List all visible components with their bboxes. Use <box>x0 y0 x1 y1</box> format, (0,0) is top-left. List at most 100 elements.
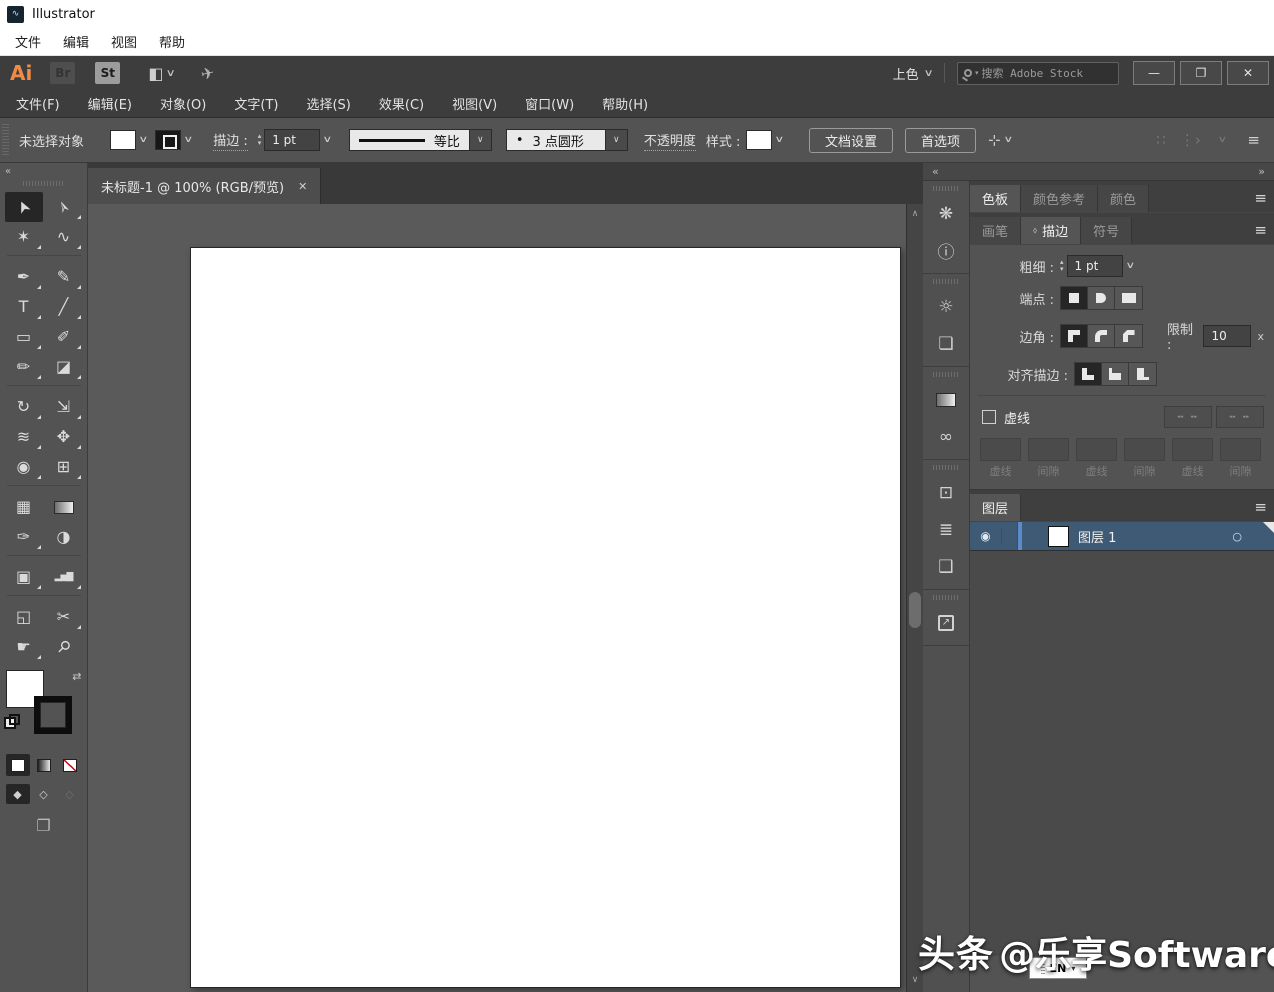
screen-mode-button[interactable]: ❐ <box>29 816 59 835</box>
align-center-button[interactable] <box>1075 363 1102 385</box>
stroke-color-chevron[interactable]: ∨ <box>183 135 193 145</box>
arrange-documents-chevron[interactable]: ∨ <box>166 68 176 79</box>
swatches-tab-1[interactable]: 颜色参考 <box>1021 185 1098 212</box>
tool-slice[interactable]: ✂ <box>45 602 83 632</box>
tool-rotate[interactable]: ↻ <box>5 392 43 422</box>
artboard[interactable] <box>190 247 901 988</box>
weight-chevron[interactable]: ∨ <box>1125 261 1135 271</box>
fill-color-chevron[interactable]: ∨ <box>138 135 148 145</box>
document-tab-close-icon[interactable]: ✕ <box>298 180 307 193</box>
window-menu-item[interactable]: 文件 <box>4 32 52 51</box>
workspace-switcher[interactable]: 上色 <box>893 64 919 83</box>
weight-input[interactable]: 1 pt <box>1067 255 1123 277</box>
stroke-weight-chevron[interactable]: ∨ <box>323 135 333 145</box>
gradient-mode-button[interactable] <box>32 754 56 776</box>
strip-grip[interactable] <box>933 279 959 284</box>
tool-hand[interactable]: ☛ <box>5 632 43 662</box>
document-tab[interactable]: 未标题-1 @ 100% (RGB/预览) ✕ <box>88 168 321 204</box>
stroke-weight-stepper[interactable]: ▴▾ <box>258 133 262 147</box>
menu-item[interactable]: 对象(O) <box>146 94 220 113</box>
menu-item[interactable]: 文件(F) <box>2 94 74 113</box>
dashed-line-checkbox[interactable] <box>982 410 996 424</box>
stock-button[interactable]: St <box>95 62 120 84</box>
tool-line-segment[interactable]: ╱ <box>45 292 83 322</box>
panel-grip[interactable] <box>2 124 9 156</box>
close-button[interactable]: ✕ <box>1227 61 1269 85</box>
transform-icon[interactable]: ⊡ <box>923 474 969 511</box>
tool-direct-selection[interactable]: ➢ <box>45 192 83 222</box>
layer-name[interactable]: 图层 1 <box>1078 527 1116 546</box>
toolbar-collapse-icon[interactable]: « <box>5 166 11 177</box>
tool-mesh[interactable]: ▦ <box>5 492 43 522</box>
window-menu-item[interactable]: 编辑 <box>52 32 100 51</box>
swatches-tab-2[interactable]: 颜色 <box>1098 185 1149 212</box>
lock-cell[interactable] <box>1002 522 1018 550</box>
strip-grip[interactable] <box>933 595 959 600</box>
stroke-weight-input[interactable]: 1 pt <box>264 129 320 151</box>
tool-blend[interactable]: ◑ <box>45 522 83 552</box>
stroke-tab-1[interactable]: ⬨描边 <box>1021 217 1081 244</box>
menu-item[interactable]: 帮助(H) <box>588 94 662 113</box>
stroke-profile-chevron[interactable]: ∨ <box>470 129 492 151</box>
butt-cap-button[interactable] <box>1061 287 1088 309</box>
restore-button[interactable]: ❐ <box>1180 61 1222 85</box>
vertical-scrollbar[interactable]: ∧ ∨ <box>906 204 923 992</box>
tool-shape-builder[interactable]: ◉ <box>5 452 43 482</box>
round-cap-button[interactable] <box>1088 287 1115 309</box>
menu-item[interactable]: 视图(V) <box>438 94 511 113</box>
color-guide-icon[interactable]: ❋ <box>923 195 969 232</box>
document-setup-button[interactable]: 文档设置 <box>809 128 893 153</box>
menu-item[interactable]: 效果(C) <box>365 94 438 113</box>
pasteboard[interactable] <box>88 204 923 992</box>
miter-join-button[interactable] <box>1061 325 1088 347</box>
tool-zoom[interactable]: ⚲ <box>45 632 83 662</box>
scroll-up-icon[interactable]: ∧ <box>907 209 923 219</box>
preferences-button[interactable]: 首选项 <box>905 128 976 153</box>
artboards-icon[interactable]: ❏ <box>923 325 969 362</box>
control-panel-menu-icon[interactable]: ≡ <box>1247 131 1260 149</box>
menu-item[interactable]: 选择(S) <box>292 94 364 113</box>
tool-scale[interactable]: ⇲ <box>45 392 83 422</box>
menu-item[interactable]: 文字(T) <box>220 94 292 113</box>
dock-collapse-left-icon[interactable]: « <box>932 165 939 178</box>
tool-symbol-sprayer[interactable]: ▣ <box>5 562 43 592</box>
gradient-panel-icon[interactable]: ▬ <box>923 381 969 418</box>
tool-lasso[interactable]: ∿ <box>45 222 83 252</box>
dock-collapse-right-icon[interactable]: » <box>1258 165 1265 178</box>
tool-free-transform[interactable]: ✥ <box>45 422 83 452</box>
align-glyphs-icon[interactable]: ⊹ <box>988 131 1001 149</box>
draw-normal-button[interactable]: ◆ <box>6 784 30 804</box>
strip-grip[interactable] <box>933 465 959 470</box>
tool-gradient[interactable]: ▬ <box>45 492 83 522</box>
tool-column-graph[interactable]: ▂▅▇ <box>45 562 83 592</box>
visibility-eye-icon[interactable]: ◉ <box>970 529 1002 543</box>
window-menu-item[interactable]: 视图 <box>100 32 148 51</box>
export-panel-icon[interactable]: ↗ <box>923 604 969 641</box>
bridge-button[interactable]: Br <box>50 62 75 84</box>
swatches-panel-menu-icon[interactable]: ≡ <box>1254 189 1266 207</box>
layer-thumbnail[interactable] <box>1048 526 1069 547</box>
tool-pen[interactable]: ✒ <box>5 262 43 292</box>
align-outside-button[interactable] <box>1129 363 1156 385</box>
arrange-documents-icon[interactable]: ◧ <box>148 64 163 83</box>
touch-workspace-icon[interactable]: ✈ <box>199 62 216 83</box>
draw-behind-button[interactable]: ◇ <box>32 784 56 804</box>
bevel-join-button[interactable] <box>1115 325 1142 347</box>
tool-artboard[interactable]: ◱ <box>5 602 43 632</box>
toolbar-grip[interactable] <box>23 181 65 186</box>
tool-width[interactable]: ≋ <box>5 422 43 452</box>
tool-curvature[interactable]: ✎ <box>45 262 83 292</box>
opacity-link[interactable]: 不透明度 <box>644 130 696 151</box>
width-profile-chevron[interactable]: ∨ <box>606 129 628 151</box>
workspace-switcher-chevron[interactable]: ∨ <box>923 68 933 79</box>
projecting-cap-button[interactable] <box>1115 287 1142 309</box>
stepper-down-icon[interactable]: ▾ <box>258 140 262 147</box>
pathfinder-icon[interactable]: ❑ <box>923 548 969 585</box>
layer-target-icon[interactable]: ○ <box>1232 530 1242 543</box>
tool-type[interactable]: T <box>5 292 43 322</box>
align-icon[interactable]: ≣ <box>923 511 969 548</box>
tool-paintbrush[interactable]: ✐ <box>45 322 83 352</box>
tool-eraser[interactable]: ◪ <box>45 352 83 382</box>
limit-input[interactable]: 10 <box>1203 325 1251 347</box>
info-icon[interactable]: ⓘ <box>923 232 969 269</box>
